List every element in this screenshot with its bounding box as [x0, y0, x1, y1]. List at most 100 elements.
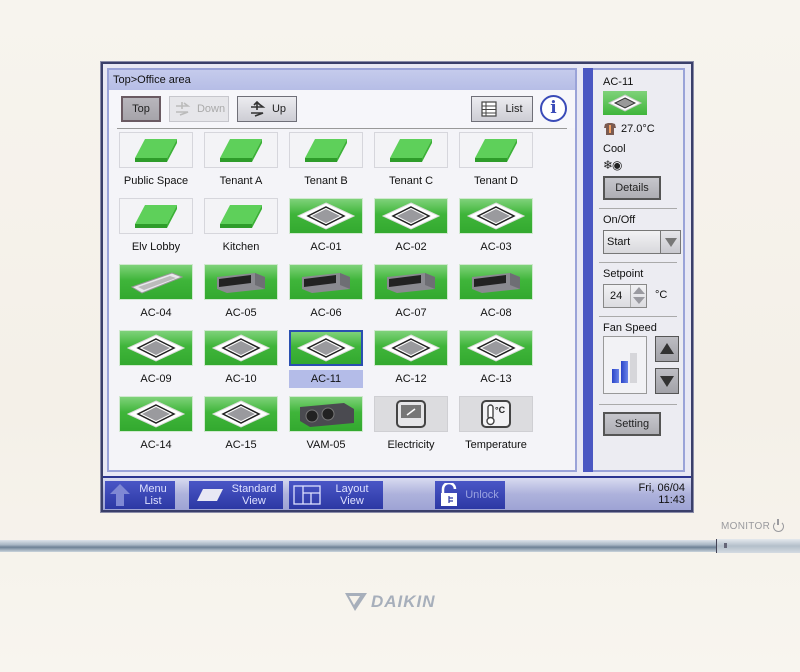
unit-tile-label: AC-13 — [480, 373, 512, 385]
standard-view-icon — [197, 489, 223, 501]
list-button[interactable]: List — [471, 96, 533, 122]
arrow-up-icon — [110, 484, 130, 506]
toolbar: Top Down Up List i — [109, 90, 575, 128]
unit-tile[interactable]: AC-04 — [119, 264, 193, 324]
unit-tile[interactable]: Tenant A — [204, 132, 278, 192]
thermometer-shirt-icon — [604, 123, 616, 135]
unit-tile[interactable]: AC-05 — [204, 264, 278, 324]
level-up-icon — [248, 100, 266, 117]
top-button[interactable]: Top — [121, 96, 161, 122]
unit-tile[interactable]: Public Space — [119, 132, 193, 192]
unit-tile[interactable]: AC-08 — [459, 264, 533, 324]
unit-tile-label: Tenant C — [388, 175, 434, 187]
unit-tile-label: Kitchen — [222, 241, 260, 253]
menu-list-label: Menu List — [139, 483, 167, 507]
layout-view-button[interactable]: Layout View — [289, 481, 383, 509]
cassette-icon — [459, 330, 533, 366]
setpoint-unit: °C — [655, 289, 668, 301]
fan-speed-down-button[interactable] — [655, 368, 679, 394]
unit-tile[interactable]: AC-13 — [459, 330, 533, 390]
unit-tile-label: Electricity — [387, 439, 435, 451]
unit-tile-label: Temperature — [465, 439, 527, 451]
cassette-icon — [119, 330, 193, 366]
onoff-label: On/Off — [603, 214, 636, 226]
info-button[interactable]: i — [540, 95, 567, 122]
setpoint-stepper[interactable]: 24 — [603, 284, 647, 308]
fan-speed-bar — [612, 369, 619, 383]
unit-tile-label: AC-08 — [480, 307, 512, 319]
unit-tile[interactable]: AC-07 — [374, 264, 448, 324]
down-button-label: Down — [196, 103, 226, 115]
unit-tile[interactable]: AC-10 — [204, 330, 278, 390]
up-button[interactable]: Up — [237, 96, 297, 122]
unit-tile-label: AC-10 — [225, 373, 257, 385]
unit-tile[interactable]: AC-09 — [119, 330, 193, 390]
area-icon — [119, 198, 193, 234]
monitor-power-button[interactable]: MONITOR — [721, 519, 785, 532]
unit-tile[interactable]: AC-02 — [374, 198, 448, 258]
unit-tile-label: Tenant B — [304, 175, 348, 187]
standard-view-button[interactable]: Standard View — [189, 481, 283, 509]
brand-name: DAIKIN — [371, 592, 436, 611]
unit-tile[interactable]: AC-11 — [289, 330, 363, 390]
setpoint-value: 24 — [610, 290, 623, 302]
unit-tile[interactable]: Electricity — [374, 396, 448, 456]
temperature-icon: °C — [459, 396, 533, 432]
unit-tile-label: AC-06 — [310, 307, 342, 319]
separator — [599, 208, 677, 209]
unit-tile[interactable]: °C Temperature — [459, 396, 533, 456]
fan-speed-indicator — [603, 336, 647, 394]
setting-button[interactable]: Setting — [603, 412, 661, 436]
unit-tile[interactable]: AC-14 — [119, 396, 193, 456]
unit-tile[interactable]: Tenant D — [459, 132, 533, 192]
unit-tile-label: Tenant A — [219, 175, 263, 187]
unit-tile-label: AC-09 — [140, 373, 172, 385]
cool-fan-icon: ❄◉ — [603, 158, 623, 172]
chrome-trim — [0, 540, 800, 552]
details-button[interactable]: Details — [603, 176, 661, 200]
duct-icon — [459, 264, 533, 300]
electricity-icon — [374, 396, 448, 432]
unit-detail-panel: AC-11 27.0°C Cool ❄◉ Details On/Off Star… — [593, 68, 685, 472]
duct-icon — [289, 264, 363, 300]
menu-list-button[interactable]: Menu List — [105, 481, 175, 509]
area-icon — [459, 132, 533, 168]
fan-speed-bar — [621, 361, 628, 383]
unit-tile[interactable]: AC-06 — [289, 264, 363, 324]
separator — [599, 316, 677, 317]
led-indicator — [716, 539, 800, 553]
date-text: Fri, 06/04 — [638, 482, 685, 494]
top-button-label: Top — [132, 103, 150, 115]
unit-tile[interactable]: Tenant C — [374, 132, 448, 192]
unlock-button[interactable]: Unlock — [435, 481, 505, 509]
unit-tile-label: AC-02 — [395, 241, 427, 253]
svg-text:°C: °C — [495, 405, 506, 415]
duct-icon — [204, 264, 278, 300]
unit-tile[interactable]: AC-03 — [459, 198, 533, 258]
area-icon — [374, 132, 448, 168]
ceiling-icon — [119, 264, 193, 300]
area-icon — [119, 132, 193, 168]
dropdown-arrow-icon[interactable] — [660, 231, 680, 253]
unit-tile[interactable]: AC-01 — [289, 198, 363, 258]
cassette-icon — [289, 330, 363, 366]
unit-tile[interactable]: Kitchen — [204, 198, 278, 258]
unit-tile-label: AC-15 — [225, 439, 257, 451]
unit-tile[interactable]: AC-12 — [374, 330, 448, 390]
unit-tile[interactable]: AC-15 — [204, 396, 278, 456]
unit-tile-label: Tenant D — [473, 175, 519, 187]
daikin-logo-icon — [345, 593, 367, 611]
unit-tile-label: VAM-05 — [306, 439, 346, 451]
fan-speed-up-button[interactable] — [655, 336, 679, 362]
unit-tile[interactable]: VAM-05 — [289, 396, 363, 456]
unit-tile-label: AC-01 — [310, 241, 342, 253]
date-time: Fri, 06/04 11:43 — [639, 482, 685, 506]
cassette-icon — [374, 330, 448, 366]
unit-tile-label: Public Space — [123, 175, 189, 187]
breadcrumb: Top>Office area — [109, 70, 575, 90]
onoff-select[interactable]: Start — [603, 230, 681, 254]
side-strip — [583, 68, 593, 472]
down-button[interactable]: Down — [169, 96, 229, 122]
unit-tile[interactable]: Elv Lobby — [119, 198, 193, 258]
unit-tile[interactable]: Tenant B — [289, 132, 363, 192]
